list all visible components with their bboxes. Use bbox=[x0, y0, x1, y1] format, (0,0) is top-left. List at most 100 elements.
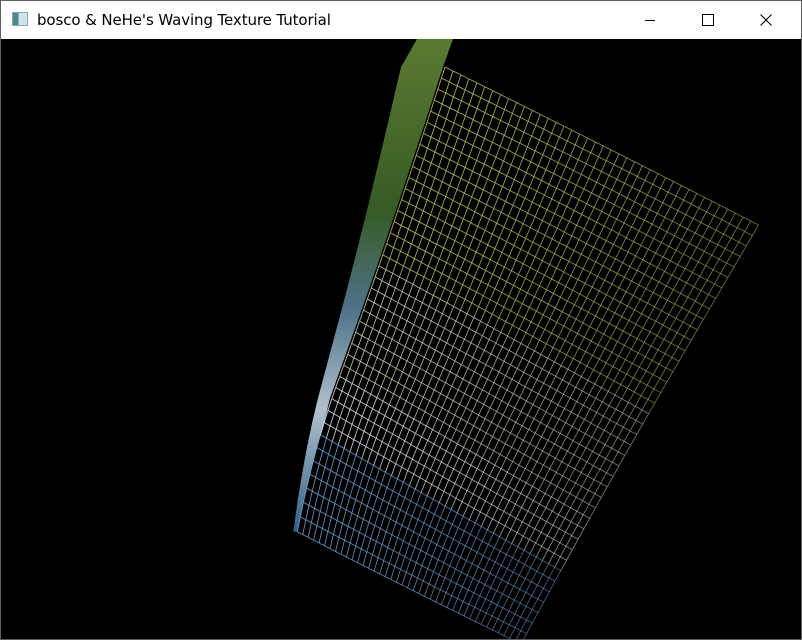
mesh-line bbox=[539, 507, 547, 519]
mesh-line bbox=[578, 419, 585, 431]
mesh-line bbox=[303, 501, 310, 506]
mesh-line bbox=[591, 426, 598, 438]
mesh-line bbox=[456, 432, 463, 444]
mesh-line bbox=[334, 503, 341, 508]
mesh-line bbox=[577, 333, 585, 338]
mesh-line bbox=[406, 320, 414, 325]
mesh-line bbox=[401, 411, 409, 416]
mesh-line bbox=[573, 199, 580, 211]
mesh-line bbox=[535, 546, 543, 558]
mesh-line bbox=[453, 148, 462, 154]
mesh-line bbox=[485, 310, 493, 315]
mesh-line bbox=[561, 450, 568, 462]
mesh-line bbox=[458, 457, 465, 463]
mesh-line bbox=[429, 598, 436, 603]
mesh-line bbox=[611, 351, 619, 357]
mesh-line bbox=[502, 582, 509, 595]
mesh-line bbox=[449, 483, 456, 495]
mesh-line bbox=[393, 313, 401, 318]
minimize-button[interactable] bbox=[627, 1, 673, 39]
mesh-line bbox=[590, 272, 598, 277]
mesh-line bbox=[430, 458, 436, 470]
mesh-line bbox=[596, 171, 602, 183]
mesh-line bbox=[509, 627, 516, 639]
mesh-line bbox=[449, 553, 455, 567]
maximize-button[interactable] bbox=[685, 1, 731, 39]
mesh-line bbox=[672, 360, 680, 372]
mesh-line bbox=[537, 598, 544, 603]
mesh-line bbox=[681, 239, 690, 244]
mesh-line bbox=[562, 479, 570, 491]
mesh-line bbox=[662, 202, 671, 208]
mesh-line bbox=[402, 360, 408, 373]
mesh-line bbox=[551, 400, 559, 406]
mesh-line bbox=[567, 358, 574, 370]
mesh-line bbox=[493, 536, 500, 548]
mesh-line bbox=[620, 384, 628, 389]
mesh-line bbox=[560, 354, 567, 366]
mesh-line bbox=[562, 151, 571, 157]
mesh-line bbox=[432, 375, 440, 380]
mesh-line bbox=[405, 559, 411, 573]
mesh-line bbox=[343, 436, 349, 449]
mesh-line bbox=[696, 319, 704, 330]
mesh-line bbox=[321, 480, 328, 485]
mesh-line bbox=[503, 124, 509, 136]
mesh-line bbox=[512, 204, 521, 210]
close-button[interactable] bbox=[743, 1, 789, 39]
mesh-line bbox=[565, 545, 573, 551]
mesh-line bbox=[449, 371, 457, 376]
mesh-line bbox=[417, 519, 425, 524]
mesh-line bbox=[385, 364, 391, 376]
mesh-line bbox=[446, 386, 453, 398]
mesh-line bbox=[432, 556, 439, 561]
mesh-line bbox=[554, 447, 562, 459]
mesh-line bbox=[357, 562, 364, 566]
mesh-line bbox=[404, 203, 410, 215]
mesh-line bbox=[592, 451, 600, 456]
mesh-line bbox=[459, 461, 466, 473]
mesh-line bbox=[598, 196, 607, 202]
mesh-line bbox=[602, 391, 609, 403]
mesh-line bbox=[578, 188, 585, 200]
mesh-line bbox=[672, 278, 680, 290]
mesh-line bbox=[683, 253, 692, 259]
mesh-line bbox=[558, 408, 565, 420]
mesh-line bbox=[419, 477, 426, 482]
mesh-line bbox=[508, 255, 517, 261]
mesh-line bbox=[574, 372, 582, 378]
mesh-line bbox=[497, 621, 504, 633]
mesh-line bbox=[466, 411, 473, 423]
mesh-line bbox=[439, 574, 446, 579]
mesh-line bbox=[387, 444, 395, 450]
mesh-line bbox=[563, 261, 570, 273]
mesh-line bbox=[389, 506, 395, 520]
mesh-line bbox=[448, 468, 455, 481]
mesh-line bbox=[657, 339, 665, 351]
mesh-line bbox=[736, 227, 745, 232]
mesh-line bbox=[336, 520, 343, 524]
mesh-line bbox=[489, 208, 495, 220]
mesh-line bbox=[684, 268, 693, 273]
mesh-line bbox=[488, 101, 497, 107]
mesh-line bbox=[507, 149, 516, 155]
mesh-line bbox=[692, 271, 700, 277]
title-bar[interactable]: bosco & NeHe's Waving Texture Tutorial bbox=[1, 1, 801, 39]
mesh-line bbox=[442, 465, 448, 477]
mesh-line bbox=[518, 168, 527, 174]
mesh-line bbox=[459, 472, 467, 477]
mesh-line bbox=[549, 307, 556, 319]
mesh-line bbox=[624, 276, 632, 282]
opengl-viewport[interactable] bbox=[1, 39, 801, 639]
mesh-line bbox=[653, 227, 660, 239]
mesh-line bbox=[662, 324, 671, 330]
mesh-line bbox=[393, 221, 402, 226]
mesh-line bbox=[683, 189, 690, 201]
mesh-line bbox=[404, 305, 412, 311]
mesh-line bbox=[349, 397, 355, 410]
mesh-line bbox=[487, 446, 494, 452]
mesh-line bbox=[650, 345, 659, 351]
mesh-line bbox=[423, 148, 428, 160]
mesh-line bbox=[570, 521, 578, 526]
mesh-line bbox=[378, 411, 386, 417]
